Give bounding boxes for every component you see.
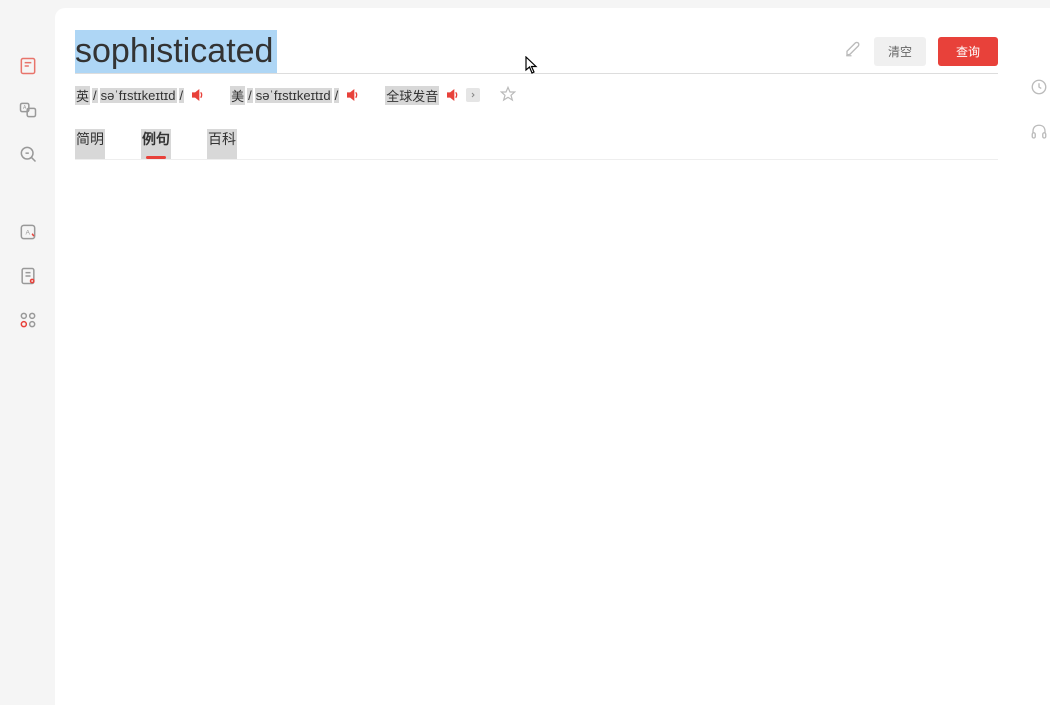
svg-text:A: A <box>25 230 30 237</box>
definition-tabs: 简明 例句 百科 <box>75 129 998 160</box>
clear-button[interactable]: 清空 <box>874 37 926 66</box>
dictionary-icon[interactable] <box>17 55 39 77</box>
handwrite-icon[interactable] <box>844 40 862 63</box>
svg-text:A: A <box>23 105 27 111</box>
search-button[interactable]: 查询 <box>938 37 998 66</box>
tab-concise[interactable]: 简明 <box>75 129 105 159</box>
slash: / <box>179 88 185 103</box>
notebook-icon[interactable] <box>17 265 39 287</box>
us-sound-icon[interactable] <box>345 87 361 103</box>
global-sound-icon[interactable] <box>445 87 461 103</box>
right-sidebar <box>1028 8 1050 705</box>
star-icon[interactable] <box>500 86 516 105</box>
chevron-right-icon[interactable] <box>466 88 480 102</box>
slash: / <box>334 88 340 103</box>
pronunciation-row: 英 / səˈfɪstɪkeɪtɪd / 美 / səˈfɪstɪkeɪtɪd … <box>75 86 998 105</box>
search-input-word[interactable]: sophisticated <box>75 30 277 73</box>
uk-ipa: səˈfɪstɪkeɪtɪd <box>100 88 177 103</box>
main-content: sophisticated 清空 查询 英 / səˈfɪstɪkeɪtɪd / <box>55 8 1028 705</box>
global-pronunciation: 全球发音 <box>385 86 516 105</box>
apps-icon[interactable] <box>17 309 39 331</box>
search-bar: sophisticated 清空 查询 <box>75 30 998 74</box>
global-pron-label: 全球发音 <box>385 86 439 105</box>
slash: / <box>247 88 253 103</box>
uk-sound-icon[interactable] <box>190 87 206 103</box>
uk-lang-label: 英 <box>75 86 90 105</box>
us-ipa: səˈfɪstɪkeɪtɪd <box>255 88 332 103</box>
translate-icon[interactable]: A <box>17 99 39 121</box>
headphone-icon[interactable] <box>1030 123 1048 146</box>
history-icon[interactable] <box>1030 78 1048 101</box>
wordbook-icon[interactable]: A <box>17 221 39 243</box>
tab-examples[interactable]: 例句 <box>141 129 171 159</box>
tab-encyclopedia[interactable]: 百科 <box>207 129 237 159</box>
left-sidebar: A A <box>0 0 55 705</box>
us-pronunciation: 美 / səˈfɪstɪkeɪtɪd / <box>230 86 361 105</box>
magnify-icon[interactable] <box>17 143 39 165</box>
uk-pronunciation: 英 / səˈfɪstɪkeɪtɪd / <box>75 86 206 105</box>
us-lang-label: 美 <box>230 86 245 105</box>
slash: / <box>92 88 98 103</box>
